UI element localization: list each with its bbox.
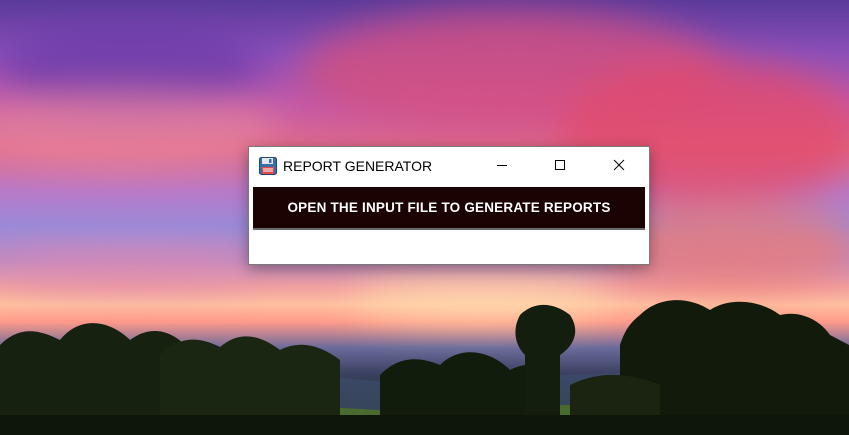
maximize-icon: [555, 160, 565, 170]
minimize-icon: [497, 165, 507, 166]
window-title: REPORT GENERATOR: [283, 158, 433, 174]
desktop-wallpaper: REPORT GENERATOR OPEN THE INPUT FILE TO …: [0, 0, 849, 435]
open-input-file-button[interactable]: OPEN THE INPUT FILE TO GENERATE REPORTS: [253, 187, 645, 230]
wallpaper-trees: [0, 300, 849, 435]
wallpaper-cloud: [0, 90, 280, 170]
maximize-button[interactable]: [531, 147, 589, 183]
floppy-disk-icon: [259, 157, 277, 175]
minimize-button[interactable]: [473, 147, 531, 183]
close-button[interactable]: [590, 147, 648, 183]
close-icon: [613, 159, 625, 171]
wallpaper-cloud: [0, 250, 260, 290]
report-generator-window: REPORT GENERATOR OPEN THE INPUT FILE TO …: [248, 146, 650, 265]
title-bar[interactable]: REPORT GENERATOR: [249, 147, 649, 185]
